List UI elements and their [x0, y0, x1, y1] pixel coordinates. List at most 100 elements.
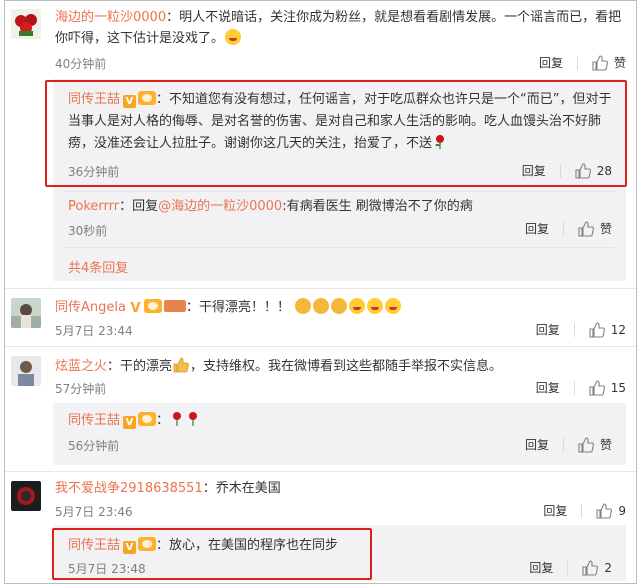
reply-body: 同传王喆 V ： [68, 411, 201, 431]
divider [5, 346, 636, 347]
reply-button[interactable]: 回复 [539, 54, 563, 71]
reply-author[interactable]: 同传王喆 [68, 538, 120, 553]
reply-actions: 回复 赞 [525, 436, 612, 453]
comment-author[interactable]: 炫蓝之火 [55, 359, 107, 374]
comment-time: 5月7日 23:46 [55, 505, 133, 519]
avatar[interactable] [11, 481, 41, 511]
thumbs-up-icon [578, 220, 594, 237]
more-replies-link[interactable]: 共4条回复 [68, 257, 128, 276]
comment-author[interactable]: 海边的一粒沙0000 [55, 10, 166, 25]
reply-button[interactable]: 回复 [525, 436, 549, 453]
divider [562, 221, 564, 236]
comment-time: 5月7日 23:44 [55, 324, 133, 338]
reply-actions: 回复 2 [529, 559, 612, 576]
user-photo-image [11, 298, 41, 328]
rose-emoji-icon [189, 412, 198, 426]
divider [5, 288, 636, 289]
comment-body: 同传Angela V ：干得漂亮！！！ [55, 298, 615, 318]
reply-button[interactable]: 回复 [543, 502, 567, 519]
verified-badge-icon: V [130, 301, 141, 316]
divider [576, 55, 578, 70]
like-label: 赞 [599, 222, 612, 236]
reply-button[interactable]: 回复 [536, 321, 560, 338]
like-button[interactable]: 赞 [592, 54, 626, 71]
divider [65, 247, 614, 248]
reply-button[interactable]: 回复 [536, 379, 560, 396]
divider [562, 437, 564, 452]
like-button[interactable]: 15 [589, 379, 626, 396]
vip-badge-icon [138, 412, 157, 426]
reply-button[interactable]: 回复 [522, 162, 546, 179]
divider [567, 560, 569, 575]
like-count: 2 [604, 560, 612, 575]
comment-time: 40分钟前 [55, 57, 107, 71]
reply-actions: 回复 赞 [525, 220, 612, 237]
comment-text: ，支持维权。我在微博看到这些都随手举报不实信息。 [190, 359, 503, 374]
reply-time: 56分钟前 [68, 439, 120, 453]
like-label: 赞 [599, 438, 612, 452]
like-button[interactable]: 赞 [578, 436, 612, 453]
reply-text: ：放心，在美国的程序也在同步 [156, 538, 339, 553]
divider [573, 322, 575, 337]
reply-button[interactable]: 回复 [529, 559, 553, 576]
comment-panel: 海边的一粒沙0000：明人不说暗话，关注你成为粉丝，就是想看看剧情发展。一个谣言… [4, 0, 637, 584]
rose-emoji-icon [435, 135, 445, 149]
avatar[interactable] [11, 356, 41, 386]
comment-body: 炫蓝之火：干的漂亮 ，支持维权。我在微博看到这些都随手举报不实信息。 [55, 356, 615, 377]
reply-time: 5月7日 23:48 [68, 562, 146, 576]
reply-time: 30秒前 [68, 224, 108, 238]
divider [573, 380, 575, 395]
like-button[interactable]: 28 [575, 162, 612, 179]
reply-button[interactable]: 回复 [525, 220, 549, 237]
like-count: 9 [618, 503, 626, 518]
comment-actions: 回复 赞 [539, 54, 626, 71]
divider [581, 503, 583, 518]
like-button[interactable]: 赞 [578, 220, 612, 237]
comment-actions: 回复 15 [536, 379, 626, 396]
verified-badge-icon: V [123, 541, 137, 554]
verified-badge-icon: V [123, 95, 137, 108]
comment-time: 57分钟前 [55, 382, 107, 396]
reply-author[interactable]: 同传王喆 [68, 413, 120, 428]
comment-text-prefix: ：干的漂亮 [107, 359, 173, 374]
reply-author[interactable]: Pokerrrr [68, 199, 119, 214]
avatar[interactable] [11, 9, 41, 39]
reply-text: :有病看医生 刷微博治不了你的病 [282, 199, 473, 214]
clap-emoji-icon [295, 298, 312, 314]
thumbs-up-icon [592, 54, 608, 71]
mention-link[interactable]: @海边的一粒沙0000 [158, 199, 282, 214]
vip-badge-icon [143, 299, 162, 313]
clap-emoji-icon [331, 298, 348, 314]
like-button[interactable]: 9 [596, 502, 626, 519]
divider [559, 163, 561, 178]
verified-badge-icon: V [123, 416, 137, 429]
like-button[interactable]: 12 [589, 321, 626, 338]
divider [5, 471, 636, 472]
comment-text: ：乔木在美国 [202, 481, 281, 496]
kiss-emoji-icon [367, 298, 384, 314]
user-photo-image [11, 481, 41, 511]
thumbs-up-emoji-icon [173, 357, 189, 373]
membership-badge-icon [163, 300, 186, 312]
comment-body: 我不爱战争2918638551：乔木在美国 [55, 479, 615, 499]
divider [65, 191, 614, 192]
comment-author[interactable]: 同传Angela [55, 300, 126, 315]
thumbs-up-icon [589, 379, 605, 396]
comment-author[interactable]: 我不爱战争2918638551 [55, 481, 203, 496]
grin-emoji-icon [225, 29, 242, 45]
like-count: 28 [596, 163, 612, 178]
vip-badge-icon [138, 537, 157, 551]
roses-avatar-image [11, 9, 41, 39]
avatar[interactable] [11, 298, 41, 328]
reply-author[interactable]: 同传王喆 [68, 92, 120, 107]
comment-body: 海边的一粒沙0000：明人不说暗话，关注你成为粉丝，就是想看看剧情发展。一个谣言… [55, 7, 625, 49]
like-button[interactable]: 2 [582, 559, 612, 576]
comment-text: ：干得漂亮！！！ [185, 300, 290, 315]
thumbs-up-icon [582, 559, 599, 576]
thumbs-up-icon [596, 502, 613, 519]
rose-emoji-icon [173, 412, 182, 426]
reply-body: Pokerrrr：回复@海边的一粒沙0000:有病看医生 刷微博治不了你的病 [68, 197, 618, 217]
like-label: 赞 [613, 56, 626, 70]
thumbs-up-icon [575, 162, 591, 179]
reply-text: ： [156, 413, 170, 428]
